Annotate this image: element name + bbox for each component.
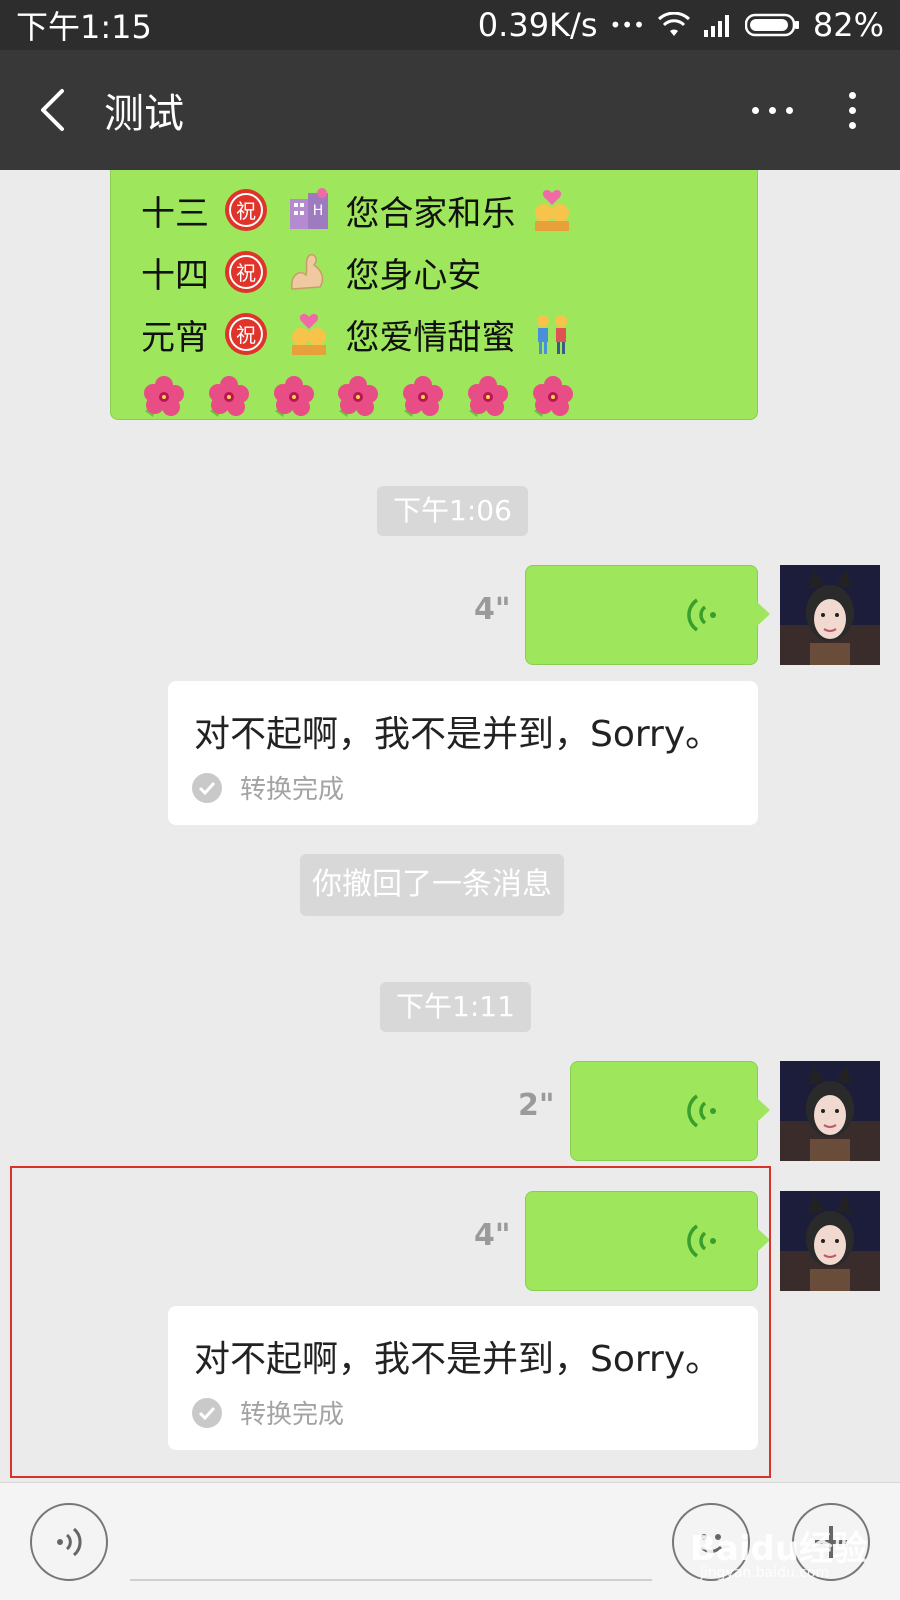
network-speed: 0.39K/s <box>477 6 598 44</box>
chat-title: 测试 <box>104 91 184 137</box>
transcript-status: 转换完成 <box>192 769 344 806</box>
greeting-line: 元宵 祝 您爱情甜蜜 <box>141 307 757 369</box>
chat-area[interactable]: 十三 祝 H 您合家和乐 十四 祝 您身心安 元宵 祝 您爱情甜蜜 下午1:06… <box>0 170 900 1482</box>
voice-message[interactable] <box>570 1061 770 1161</box>
couple-holding-hands-icon <box>537 315 568 354</box>
status-right: 0.39K/s ••• 82% <box>478 6 884 44</box>
svg-text:祝: 祝 <box>236 261 256 285</box>
menu-icon[interactable] <box>849 91 856 129</box>
avatar[interactable] <box>780 1061 880 1161</box>
voice-wave-icon <box>687 1094 716 1128</box>
battery-icon <box>744 13 799 37</box>
hibiscus-icon <box>468 376 509 417</box>
input-toolbar: Baidu经验 jingyan.baidu.com <box>0 1482 900 1600</box>
flower-row <box>141 369 757 431</box>
recall-notice: 你撤回了一条消息 <box>300 854 564 916</box>
voice-wave-icon <box>687 598 716 632</box>
transcript-status: 转换完成 <box>192 1394 344 1431</box>
transcript-text: 对不起啊，我不是并到，Sorry。 <box>194 1339 722 1380</box>
status-bar: 下午1:15 0.39K/s ••• 82% <box>0 0 900 50</box>
blessing-icon: 祝 <box>224 189 267 231</box>
back-icon <box>41 89 64 131</box>
voice-duration: 4" <box>474 1218 511 1253</box>
transcript-text: 对不起啊，我不是并到，Sorry。 <box>194 714 722 755</box>
back-button[interactable] <box>32 89 72 131</box>
check-icon <box>192 1397 222 1428</box>
timestamp: 下午1:11 <box>380 982 531 1032</box>
svg-text:祝: 祝 <box>236 199 256 223</box>
hibiscus-icon <box>273 376 314 417</box>
flexed-biceps-icon <box>290 253 323 290</box>
chat-header: 测试 <box>0 50 900 170</box>
watermark-text: Baidu经验 <box>690 1529 868 1569</box>
avatar-image <box>780 1191 880 1291</box>
greeting-line: 十三 祝 H 您合家和乐 <box>141 183 757 245</box>
voice-input-icon <box>57 1527 82 1557</box>
svg-text:祝: 祝 <box>236 323 256 347</box>
blessing-icon: 祝 <box>224 251 267 293</box>
avatar[interactable] <box>780 565 880 665</box>
voice-input-button[interactable] <box>30 1503 108 1581</box>
voice-wave-icon <box>687 1224 716 1258</box>
avatar[interactable] <box>780 1191 880 1291</box>
voice-duration: 2" <box>518 1088 555 1123</box>
couple-kiss-icon <box>535 190 570 231</box>
hibiscus-icon <box>208 376 249 417</box>
message-input[interactable] <box>130 1579 652 1581</box>
voice-message[interactable] <box>525 1191 770 1291</box>
voice-duration: 4" <box>474 592 511 627</box>
watermark-url: jingyan.baidu.com <box>700 1565 830 1581</box>
wifi-icon <box>657 12 690 36</box>
couple-kiss-icon <box>291 314 326 355</box>
check-icon <box>192 772 222 803</box>
svg-text:H: H <box>312 203 323 219</box>
header-actions <box>752 91 856 129</box>
notification-dots: ••• <box>609 13 645 37</box>
hibiscus-icon <box>403 376 444 417</box>
hibiscus-icon <box>338 376 379 417</box>
greeting-bubble[interactable]: 十三 祝 H 您合家和乐 十四 祝 您身心安 元宵 祝 您爱情甜蜜 <box>110 170 758 420</box>
avatar-image <box>780 565 880 665</box>
voice-message[interactable] <box>525 565 770 665</box>
signal-icon <box>703 15 729 37</box>
transcript-card[interactable]: 对不起啊，我不是并到，Sorry。 转换完成 <box>168 681 758 825</box>
avatar-image <box>780 1061 880 1161</box>
blessing-icon: 祝 <box>224 313 267 355</box>
transcript-card[interactable]: 对不起啊，我不是并到，Sorry。 转换完成 <box>168 1306 758 1450</box>
timestamp: 下午1:06 <box>377 486 528 536</box>
status-time: 下午1:15 <box>16 8 152 46</box>
more-dots-icon[interactable] <box>752 106 793 114</box>
battery-level: 82% <box>812 6 884 44</box>
hibiscus-icon <box>144 376 184 417</box>
greeting-line: 十四 祝 您身心安 <box>141 245 757 307</box>
hibiscus-icon <box>532 376 573 417</box>
hotel-icon: H <box>289 188 328 229</box>
